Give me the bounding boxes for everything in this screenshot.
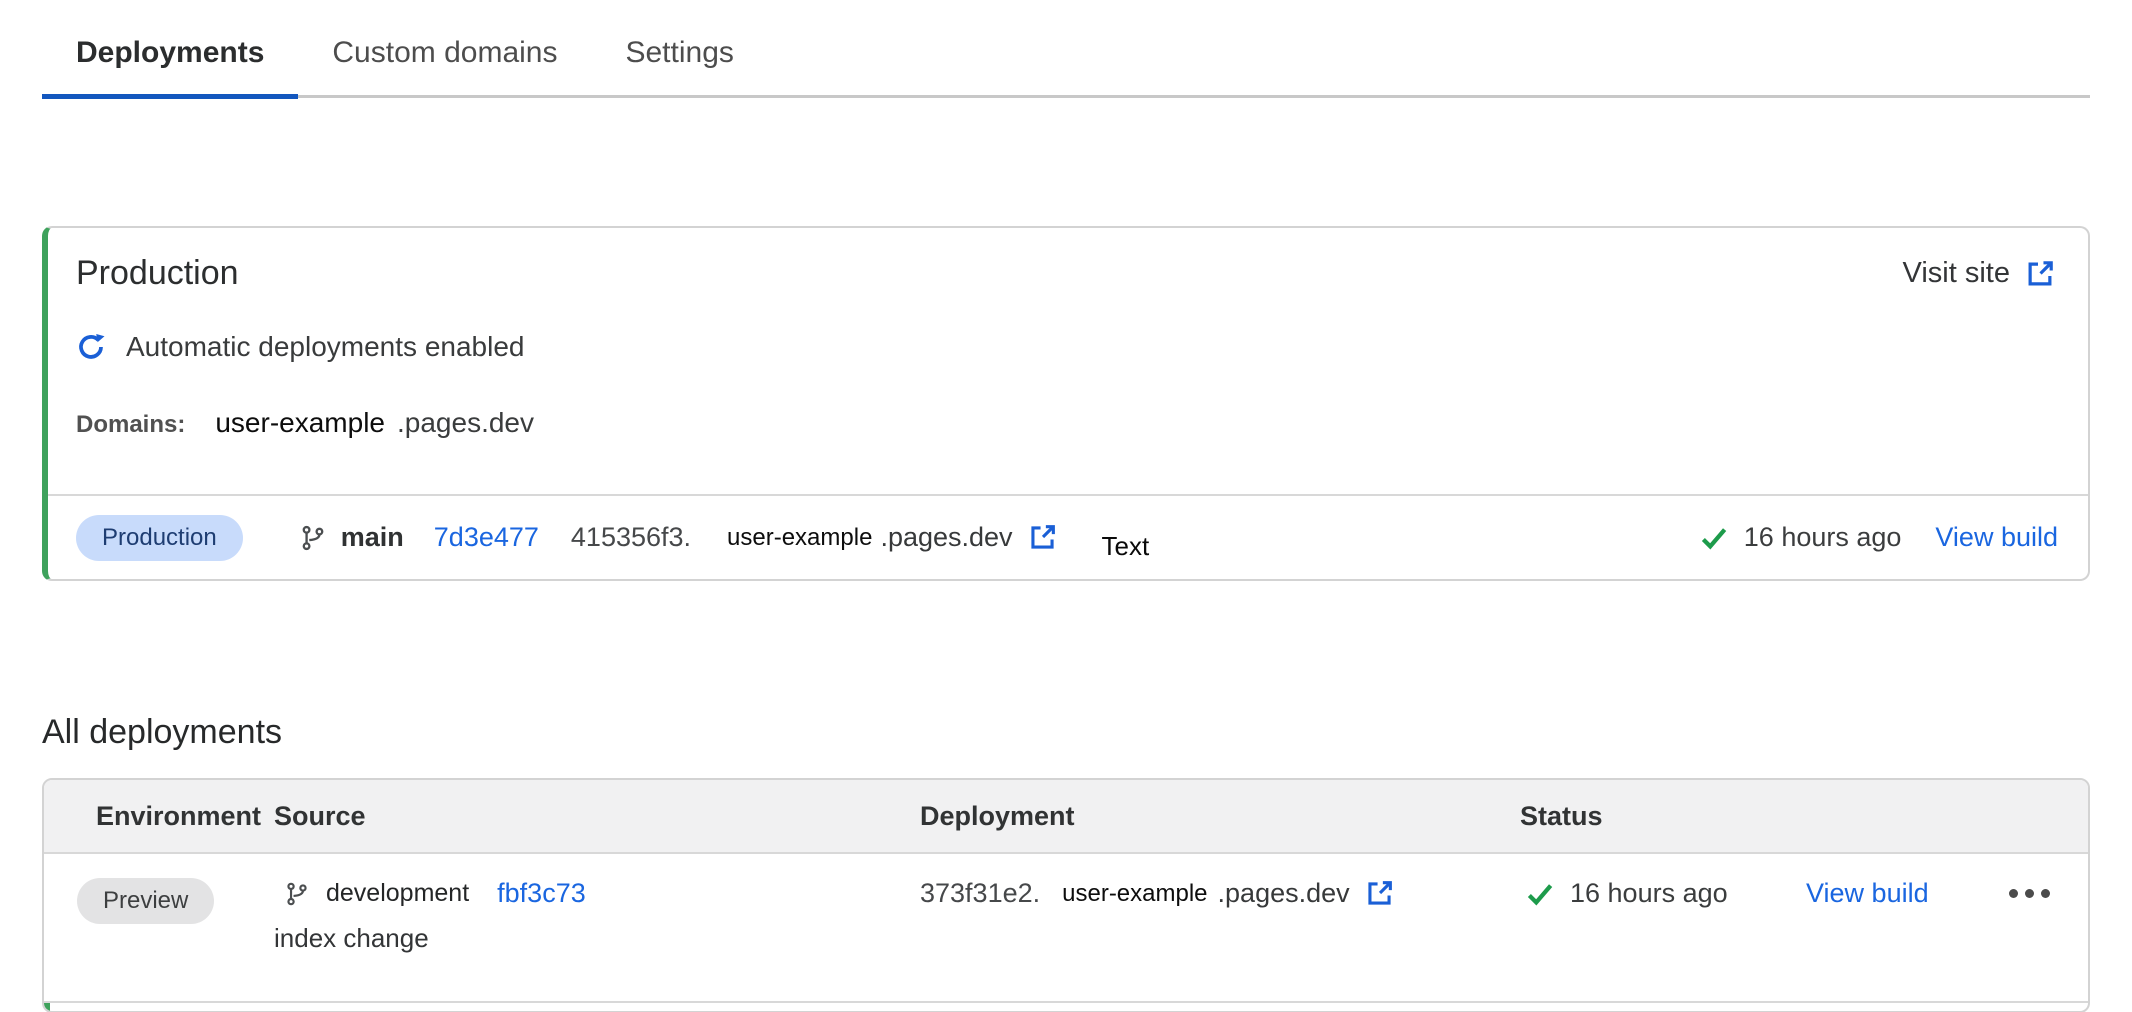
column-header-environment: Environment — [44, 801, 274, 832]
git-branch-icon — [284, 881, 310, 907]
domain-subdomain: user-example — [215, 407, 385, 439]
deployment-url-suffix: .pages.dev — [1218, 878, 1350, 909]
refresh-icon — [76, 332, 106, 362]
deployment-status: 16 hours ago View build — [1698, 522, 2058, 553]
next-row-green-border — [44, 1003, 50, 1012]
deployment-id: 415356f3. — [571, 522, 691, 553]
visit-site-label: Visit site — [1903, 257, 2010, 290]
tab-bar: Deployments Custom domains Settings — [42, 0, 2090, 98]
domains-label: Domains: — [76, 411, 185, 439]
next-row-partial — [44, 1001, 2088, 1011]
deployments-table: Environment Source Deployment Status Pre… — [42, 778, 2090, 1012]
visit-site-link[interactable]: Visit site — [1903, 257, 2056, 290]
deployment-url-subdomain: user-example — [1062, 880, 1207, 908]
table-header: Environment Source Deployment Status — [44, 780, 2088, 854]
table-row: Preview development fbf3c73 — [44, 854, 2088, 1001]
success-check-icon — [1524, 879, 1556, 909]
git-branch-icon — [299, 524, 327, 552]
domains-row: Domains: user-example .pages.dev — [48, 407, 2088, 439]
production-deployment-row: Production main 7d3e477 415356f3. user-e… — [48, 494, 2088, 579]
row-menu-button[interactable] — [2007, 883, 2052, 904]
commit-hash-link[interactable]: 7d3e477 — [434, 522, 539, 553]
tab-custom-domains[interactable]: Custom domains — [298, 0, 591, 99]
commit-message: Text — [1102, 531, 1150, 562]
commit-message: index change — [274, 923, 920, 954]
deployment-url-subdomain: user-example — [727, 524, 872, 552]
status-cell: 16 hours ago View build — [1514, 878, 2088, 909]
column-header-source: Source — [274, 801, 920, 832]
auto-deployments-row: Automatic deployments enabled — [48, 331, 2088, 363]
all-deployments-title: All deployments — [42, 713, 2090, 752]
column-header-deployment: Deployment — [920, 801, 1514, 832]
column-header-status: Status — [1514, 801, 2088, 832]
environment-cell: Preview — [44, 878, 274, 1001]
view-build-link[interactable]: View build — [1806, 878, 1929, 909]
deployment-id: 373f31e2. — [920, 878, 1040, 909]
external-link-icon[interactable] — [1364, 878, 1395, 909]
production-card-header: Production Visit site — [48, 228, 2088, 293]
production-card: Production Visit site Automa — [42, 226, 2090, 581]
status-time: 16 hours ago — [1570, 878, 1728, 909]
environment-badge: Production — [76, 515, 243, 561]
domain-suffix: .pages.dev — [397, 407, 534, 439]
view-build-link[interactable]: View build — [1935, 522, 2058, 553]
source-cell: development fbf3c73 index change — [274, 878, 920, 1001]
external-link-icon[interactable] — [1027, 522, 1058, 553]
success-check-icon — [1698, 523, 1730, 553]
tab-deployments[interactable]: Deployments — [42, 0, 298, 99]
environment-badge: Preview — [77, 878, 214, 924]
production-title: Production — [76, 254, 239, 293]
deployment-url-suffix: .pages.dev — [880, 522, 1012, 553]
auto-deployments-text: Automatic deployments enabled — [126, 331, 524, 363]
branch-name: main — [341, 522, 404, 553]
commit-hash-link[interactable]: fbf3c73 — [497, 878, 586, 909]
page: Deployments Custom domains Settings Prod… — [42, 0, 2090, 1012]
external-link-icon — [2024, 258, 2056, 290]
deployment-cell: 373f31e2. user-example .pages.dev — [920, 878, 1514, 909]
status-time: 16 hours ago — [1744, 522, 1902, 553]
tab-settings[interactable]: Settings — [591, 0, 767, 99]
branch-name: development — [326, 879, 469, 908]
